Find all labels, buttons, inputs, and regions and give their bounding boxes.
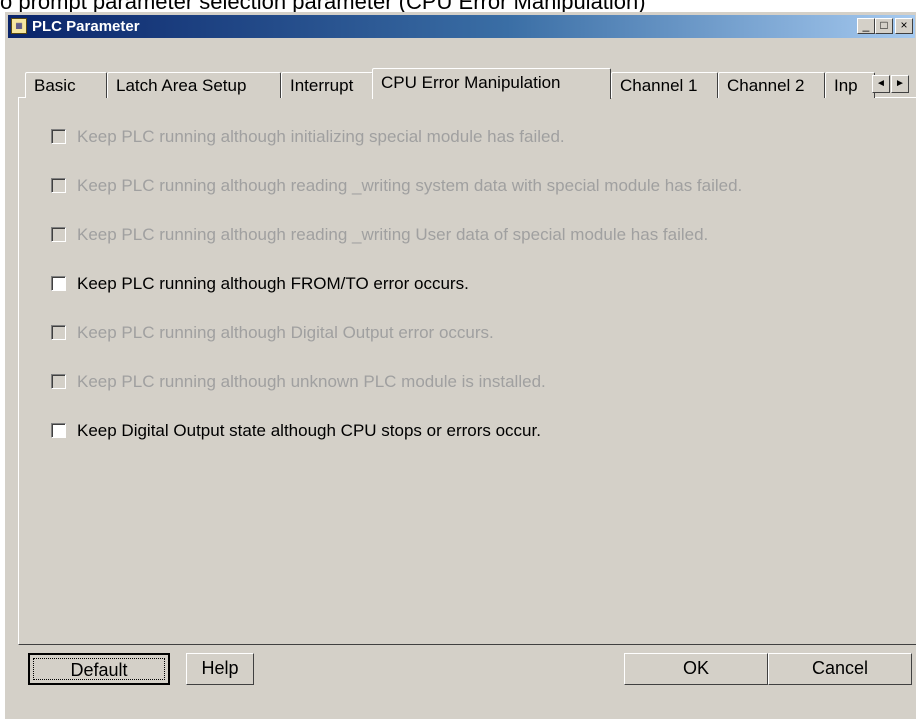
- option-label: Keep PLC running although initializing s…: [77, 127, 565, 146]
- tab-basic[interactable]: Basic: [25, 72, 107, 98]
- tab-cpu-error-manipulation[interactable]: CPU Error Manipulation: [372, 68, 611, 99]
- help-button[interactable]: Help: [186, 653, 254, 685]
- window-title: PLC Parameter: [32, 18, 140, 35]
- option-label: Keep PLC running although Digital Output…: [77, 323, 494, 342]
- ok-button[interactable]: OK: [624, 653, 768, 685]
- option-checkbox[interactable]: [51, 423, 66, 438]
- tab-channel-2[interactable]: Channel 2: [718, 72, 825, 98]
- plc-parameter-dialog: ▦ PLC Parameter _ □ × Basic Latch Area S…: [5, 12, 916, 719]
- option-checkbox: [51, 129, 66, 144]
- option-label: Keep PLC running although reading _writi…: [77, 176, 743, 195]
- default-button-label[interactable]: Default: [33, 658, 165, 680]
- tab-channel-1[interactable]: Channel 1: [611, 72, 718, 98]
- option-label[interactable]: Keep Digital Output state although CPU s…: [77, 420, 541, 442]
- tab-input[interactable]: Inp: [825, 72, 875, 98]
- close-button[interactable]: ×: [895, 18, 913, 34]
- title-bar[interactable]: ▦ PLC Parameter _ □ ×: [8, 15, 915, 38]
- option-label[interactable]: Keep PLC running although FROM/TO error …: [77, 273, 469, 295]
- default-button[interactable]: Default: [28, 653, 170, 685]
- option-checkbox: [51, 227, 66, 242]
- tab-scroll-right-icon[interactable]: ►: [891, 75, 909, 93]
- background-text-strip: o prompt parameter selection parameter (…: [0, 0, 916, 12]
- maximize-button[interactable]: □: [875, 18, 893, 34]
- plc-app-icon: ▦: [11, 18, 27, 34]
- tab-scroll-left-icon[interactable]: ◄: [872, 75, 890, 93]
- minimize-button[interactable]: _: [857, 18, 875, 34]
- option-checkbox[interactable]: [51, 276, 66, 291]
- option-checkbox: [51, 178, 66, 193]
- option-label: Keep PLC running although reading _writi…: [77, 225, 709, 244]
- option-checkbox: [51, 374, 66, 389]
- tab-latch-area-setup[interactable]: Latch Area Setup: [107, 72, 281, 98]
- cancel-button[interactable]: Cancel: [768, 653, 912, 685]
- background-text: o prompt parameter selection parameter (…: [0, 0, 646, 12]
- option-label: Keep PLC running although unknown PLC mo…: [77, 372, 546, 391]
- tab-interrupt[interactable]: Interrupt: [281, 72, 373, 98]
- option-checkbox: [51, 325, 66, 340]
